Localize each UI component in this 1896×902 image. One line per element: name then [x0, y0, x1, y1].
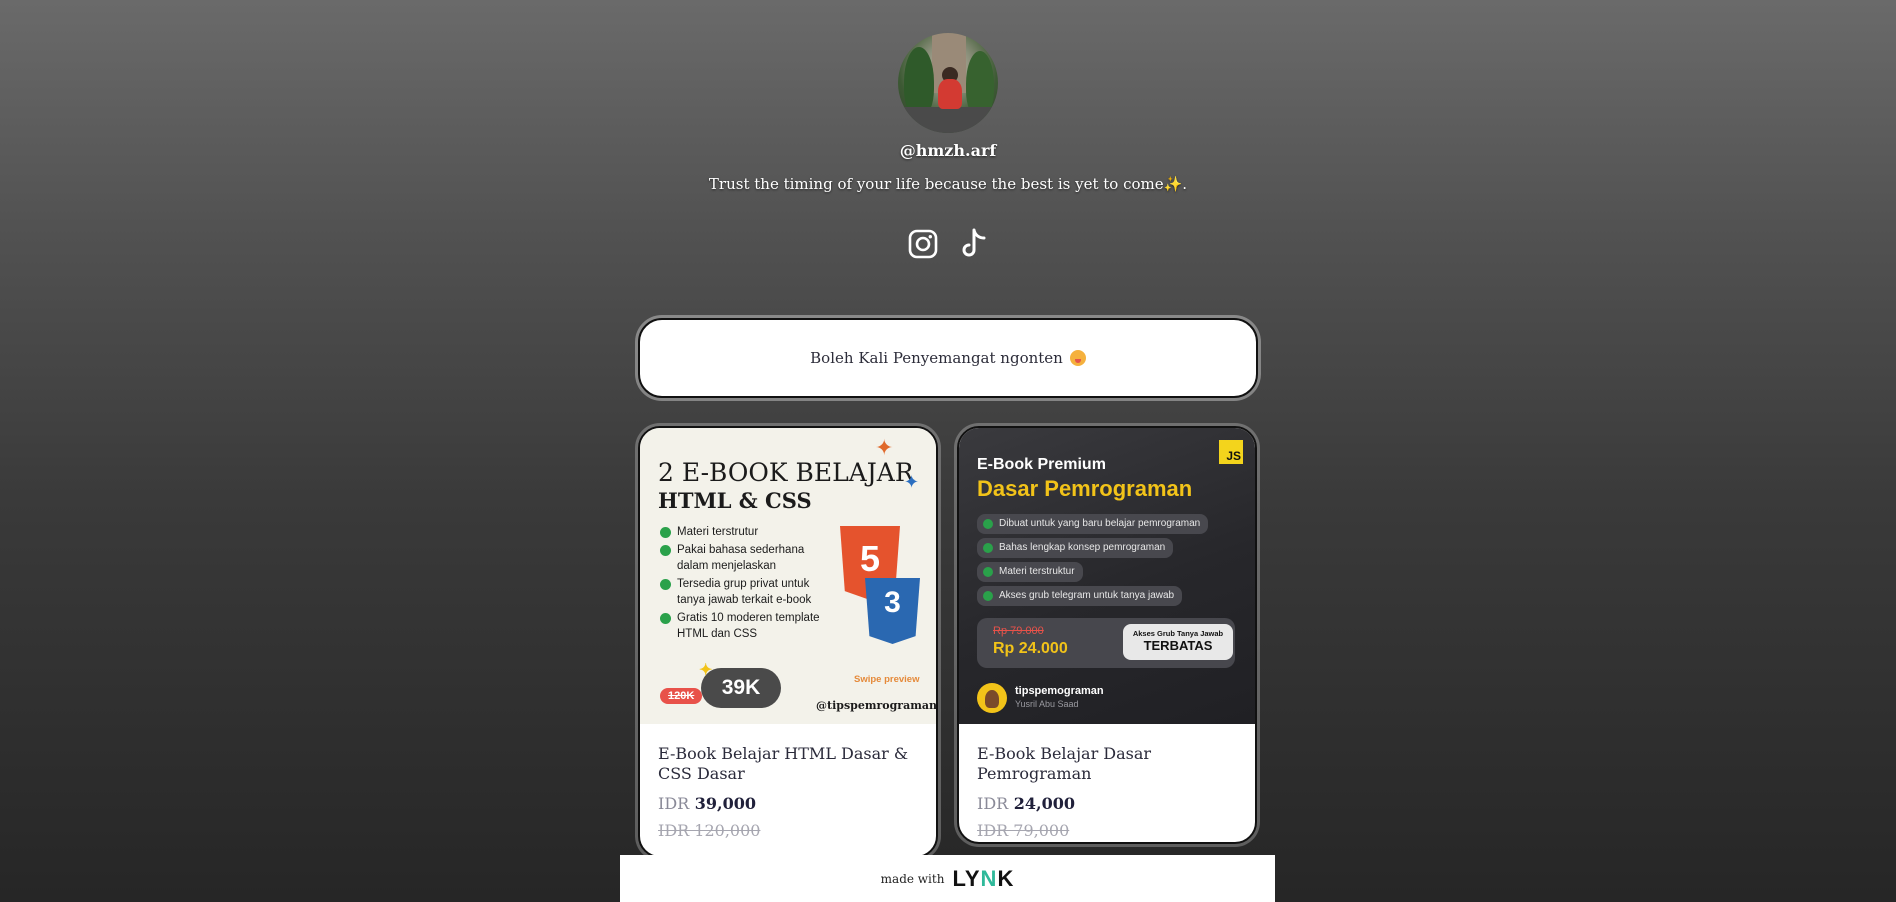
footer-made-with: made with [880, 871, 945, 886]
thumb-feature: Materi terstruktur [977, 562, 1083, 582]
price-value: 39,000 [694, 794, 757, 813]
thumb-heading: 2 E-BOOK BELAJAR [658, 458, 914, 487]
js-logo-icon: JS [1219, 440, 1243, 464]
tiktok-icon[interactable] [958, 227, 988, 261]
thumb-old-price: Rp 79.000 [993, 625, 1044, 637]
sparkle-icon: ✦ [904, 472, 920, 493]
thumb-feature-list: Dibuat untuk yang baru belajar pemrogram… [977, 514, 1209, 610]
thumb-new-price-badge: 39K [699, 660, 781, 708]
link-button-penyemangat[interactable]: Boleh Kali Penyemangat ngonten [638, 318, 1258, 398]
thumb-feature: Materi terstrutur [660, 524, 835, 541]
footer: made with LYNK [620, 855, 1275, 902]
product-old-price: IDR 79,000 [977, 821, 1070, 840]
thumb-feature: Pakai bahasa sederhana dalam menjelaskan [660, 542, 835, 575]
thumb-swipe-hint: Swipe preview [854, 674, 920, 685]
css3-logo-icon: 3 [865, 578, 920, 644]
product-card-html-css[interactable]: 2 E-BOOK BELAJAR HTML & CSS ✦ ✦ Materi t… [638, 426, 938, 858]
instagram-icon[interactable] [908, 227, 938, 261]
sparkle-icon: ✦ [875, 436, 894, 461]
thumb-heading: E-Book Premium [977, 456, 1106, 473]
thumb-brand: @tipspemrograman [816, 699, 936, 712]
social-links [908, 227, 988, 261]
thumb-new-price: Rp 24.000 [993, 640, 1068, 657]
thumb-cta-small: Akses Grub Tanya Jawab [1132, 629, 1224, 638]
product-price: IDR 24,000 [977, 794, 1237, 813]
lynk-logo[interactable]: LYNK [952, 866, 1014, 892]
price-value: 24,000 [1013, 794, 1076, 813]
product-old-price: IDR 120,000 [658, 821, 761, 840]
price-currency: IDR [658, 794, 690, 813]
thumb-feature: Bahas lengkap konsep pemrograman [977, 538, 1174, 558]
thumb-feature: Akses grub telegram untuk tanya jawab [977, 586, 1183, 606]
thumb-feature: Gratis 10 moderen template HTML dan CSS [660, 610, 835, 643]
product-thumbnail: 2 E-BOOK BELAJAR HTML & CSS ✦ ✦ Materi t… [640, 428, 936, 724]
thumb-cta: Akses Grub Tanya Jawab TERBATAS [1123, 624, 1233, 660]
product-title: E-Book Belajar HTML Dasar & CSS Dasar [658, 744, 909, 783]
product-thumbnail: JS E-Book Premium Dasar Pemrograman Dibu… [959, 428, 1255, 724]
product-card-dasar-pemrograman[interactable]: JS E-Book Premium Dasar Pemrograman Dibu… [957, 426, 1257, 844]
avatar [898, 33, 998, 133]
price-currency: IDR [977, 794, 1009, 813]
author-avatar [977, 683, 1007, 713]
face-icon [1069, 350, 1086, 366]
product-info: E-Book Belajar HTML Dasar & CSS Dasar ID… [640, 724, 936, 840]
avatar-ground [898, 107, 998, 133]
thumb-subheading: Dasar Pemrograman [977, 476, 1193, 501]
thumb-feature: Tersedia grup privat untuk tanya jawab t… [660, 576, 835, 609]
thumb-cta-big: TERBATAS [1143, 638, 1213, 653]
product-title: E-Book Belajar Dasar Pemrograman [977, 744, 1152, 783]
thumb-subheading: HTML & CSS [658, 488, 812, 513]
thumb-realname: Yusril Abu Saad [1015, 699, 1079, 709]
product-info: E-Book Belajar Dasar Pemrograman IDR 24,… [959, 724, 1255, 840]
thumb-old-price-badge: 120K [660, 688, 703, 704]
thumb-feature-list: Materi terstrutur Pakai bahasa sederhana… [660, 524, 835, 644]
product-price: IDR 39,000 [658, 794, 918, 813]
thumb-price-box: Rp 79.000 Rp 24.000 Akses Grub Tanya Jaw… [977, 618, 1235, 668]
link-button-label: Boleh Kali Penyemangat ngonten [810, 349, 1063, 367]
thumb-username: tipspemograman [1015, 685, 1104, 697]
profile-bio: Trust the timing of your life because th… [708, 175, 1188, 193]
avatar-person-body [938, 79, 962, 109]
profile-handle: @hmzh.arf [899, 141, 997, 160]
thumb-feature: Dibuat untuk yang baru belajar pemrogram… [977, 514, 1209, 534]
